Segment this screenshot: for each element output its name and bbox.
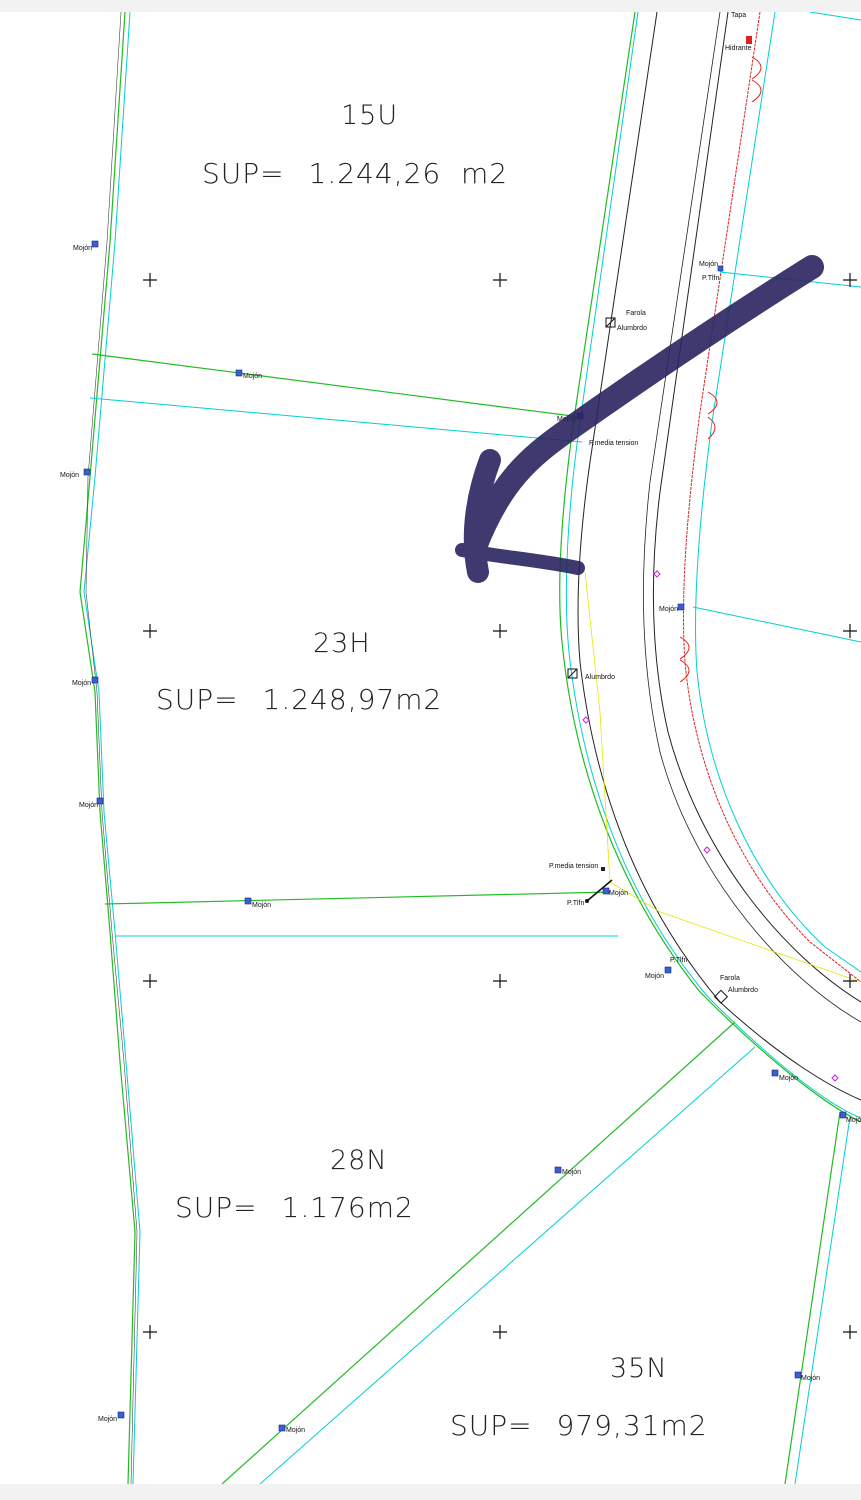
svg-text:Tapa: Tapa — [731, 12, 746, 19]
parcel-35n-sup: SUP= 979,31m2 — [450, 1409, 708, 1442]
svg-text:Mojón: Mojón — [60, 472, 79, 479]
svg-text:Alumbrdo: Alumbrdo — [585, 674, 615, 681]
parcel-23h-id: 23H — [313, 628, 371, 659]
plan-drawing: Mojón Mojón Mojón Mojón Mojón Mojón Mojó… — [60, 12, 861, 1484]
parcel-15u-id: 15U — [341, 100, 399, 131]
svg-text:Mojón: Mojón — [645, 973, 664, 980]
svg-text:Mojón: Mojón — [801, 1375, 820, 1382]
left-boundary-dark — [85, 12, 138, 1484]
divider-15u-23h-green — [91, 353, 581, 418]
survey-points — [582, 570, 839, 1082]
svg-text:P.media tension: P.media tension — [549, 863, 598, 870]
svg-text:Mojón: Mojón — [72, 680, 91, 687]
mojon-markers — [83, 240, 847, 1432]
parcel-28n-id: 28N — [330, 1145, 388, 1176]
parcel-23h-sup: SUP= 1.248,97m2 — [156, 683, 442, 716]
cad-plan[interactable]: Mojón Mojón Mojón Mojón Mojón Mojón Mojó… — [0, 12, 861, 1484]
hydrant-arc-1 — [751, 56, 762, 103]
svg-text:Mojón: Mojón — [562, 1169, 581, 1176]
svg-text:Mojón: Mojón — [252, 902, 271, 909]
road-edge-cyan-2 — [694, 12, 861, 973]
svg-text:Mojón: Mojón — [286, 1427, 305, 1434]
road-centre — [652, 12, 861, 1003]
svg-text:Mojón: Mojón — [73, 245, 92, 252]
svg-text:Alumbrdo: Alumbrdo — [728, 987, 758, 994]
right-top-line — [809, 12, 861, 21]
svg-text:Mojón: Mojón — [699, 261, 718, 268]
right-diagonal-green — [784, 1111, 841, 1484]
parcel-15u-sup-label: SUP= — [202, 157, 285, 190]
parcel-35n-sup-value: 979,31m2 — [556, 1409, 708, 1442]
parcel-15u-sup: SUP= 1.244,26 m2 — [202, 157, 508, 190]
hidrante-symbol — [746, 36, 752, 44]
svg-text:Mojón: Mojón — [243, 373, 262, 380]
right-line-2 — [692, 606, 861, 643]
svg-text:Mojón: Mojón — [779, 1075, 798, 1082]
svg-text:Hidrante: Hidrante — [725, 45, 752, 52]
left-boundary-cyan — [83, 12, 141, 1484]
parcel-35n-sup-label: SUP= — [450, 1409, 533, 1442]
map-viewer[interactable]: Mojón Mojón Mojón Mojón Mojón Mojón Mojó… — [0, 0, 861, 1500]
parcel-23h-sup-label: SUP= — [156, 683, 239, 716]
right-diagonal-cyan — [794, 1116, 851, 1484]
svg-text:P.Tlfn: P.Tlfn — [567, 900, 584, 907]
svg-text:P.Tlfn: P.Tlfn — [670, 957, 687, 964]
svg-text:Mojón: Mojón — [846, 1117, 861, 1124]
parcel-28n-sup: SUP= 1.176m2 — [175, 1191, 414, 1224]
divider-23h-28n-green — [104, 891, 611, 905]
farola-symbol-2 — [713, 989, 729, 1004]
svg-text:Mojón: Mojón — [79, 802, 98, 809]
parcel-28n-sup-label: SUP= — [175, 1191, 258, 1224]
parcel-35n-id: 35N — [610, 1353, 668, 1384]
svg-text:Farola: Farola — [626, 310, 646, 317]
svg-text:Mojón: Mojón — [609, 890, 628, 897]
parcel-23h-sup-value: 1.248,97m2 — [262, 683, 443, 716]
svg-text:P.media tension: P.media tension — [589, 440, 638, 447]
svg-text:Mojón: Mojón — [98, 1416, 117, 1423]
svg-text:Mojón: Mojón — [659, 606, 678, 613]
grid-crosses — [143, 273, 857, 1339]
parcel-15u-sup-value: 1.244,26 m2 — [308, 157, 509, 190]
road-edge-black-1 — [577, 12, 861, 1101]
divider-15u-23h-cyan — [89, 397, 583, 443]
road-edge-green — [559, 12, 861, 1123]
svg-text:Alumbrdo: Alumbrdo — [617, 325, 647, 332]
svg-text:P.Tlfn: P.Tlfn — [702, 275, 719, 282]
svg-text:Farola: Farola — [720, 975, 740, 982]
parcel-28n-sup-value: 1.176m2 — [281, 1191, 414, 1224]
